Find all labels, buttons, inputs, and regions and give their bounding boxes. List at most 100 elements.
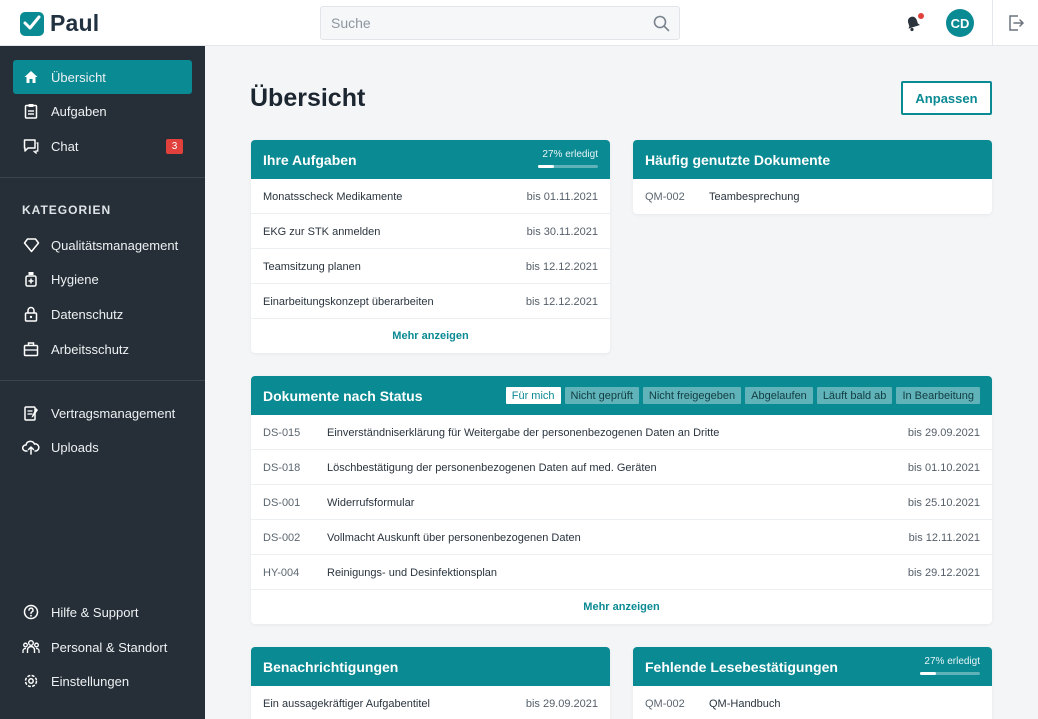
missing-reads-progress-bar [920,672,980,675]
sidebar-item-quality[interactable]: Qualitätsmanagement [13,228,192,262]
search-icon[interactable] [653,15,670,37]
tasks-progress-fill [538,165,555,168]
sidebar-item-label: Übersicht [51,69,106,85]
sidebar-item-label: Datenschutz [51,306,124,322]
hygiene-bottle-icon [22,270,40,288]
tasks-progress-bar [538,165,598,168]
sidebar-item-label: Vertragsmanagement [51,405,176,421]
document-title: Widerrufsformular [327,497,415,509]
filter-for-me[interactable]: Für mich [505,387,561,404]
sidebar-item-settings[interactable]: Einstellungen [13,664,192,698]
sidebar-item-tasks[interactable]: Aufgaben [13,94,192,128]
document-row[interactable]: HY-004 Reinigungs- und Desinfektionsplan b… [251,555,992,590]
home-icon [22,68,40,86]
task-title: Teamsitzung planen [263,261,361,273]
app-logo[interactable]: Paul [20,10,99,37]
task-row[interactable]: Einarbeitungskonzept überarbeiten bis 12.… [251,284,610,319]
document-title: Reinigungs- und Desinfektionsplan [327,567,497,579]
document-row[interactable]: DS-018 Löschbestätigung der personenbezog… [251,450,992,485]
search-input[interactable] [321,7,641,39]
notifications-card: Benachrichtigungen Ein aussagekräftiger … [251,647,610,719]
tasks-progress-label: 27% erledigt [542,149,598,160]
filter-not-reviewed[interactable]: Nicht geprüft [564,387,639,404]
document-title: QM-Handbuch [709,698,781,710]
missing-read-confirmations-title: Fehlende Lesebestätigungen [645,659,838,675]
notification-dot [918,13,924,19]
documents-by-status-title: Dokumente nach Status [263,388,423,404]
tasks-card: Ihre Aufgaben 27% erledigt Monatsscheck … [251,140,610,353]
document-code: DS-015 [263,427,301,439]
document-title: Vollmacht Auskunft über personenbezogene… [327,532,581,544]
sidebar-item-uploads[interactable]: Uploads [13,430,192,464]
filter-in-progress[interactable]: In Bearbeitung [896,387,980,404]
document-row[interactable]: DS-002 Vollmacht Auskunft über personenbe… [251,520,992,555]
document-row[interactable]: QM-002 QM-Handbuch [633,686,992,719]
status-filter-chips: Für mich Nicht geprüft Nicht freigegeben… [505,387,980,404]
sidebar-item-label: Aufgaben [51,103,107,119]
filter-expiring-soon[interactable]: Läuft bald ab [816,387,893,404]
search-box [320,6,680,40]
sidebar-item-safety[interactable]: Arbeitsschutz [13,332,192,366]
task-row[interactable]: Teamsitzung planen bis 12.12.2021 [251,249,610,284]
document-due-date: bis 12.11.2021 [908,532,980,544]
documents-by-status-header: Dokumente nach Status Für mich Nicht gep… [251,376,992,415]
sidebar-item-label: Uploads [51,439,99,455]
sidebar-item-hygiene[interactable]: Hygiene [13,262,192,296]
sidebar-item-label: Einstellungen [51,673,130,689]
chat-icon [22,137,40,155]
sidebar-item-label: Arbeitsschutz [51,341,130,357]
sidebar-item-overview[interactable]: Übersicht [13,60,192,94]
document-row[interactable]: DS-015 Einverständniserklärung für Weiter… [251,415,992,450]
task-due-date: bis 12.12.2021 [525,296,598,308]
document-row[interactable]: QM-002 Teambesprechung [633,179,992,214]
top-bar: Paul CD [0,0,1038,46]
task-title: Einarbeitungskonzept überarbeiten [263,296,434,308]
customize-button[interactable]: Anpassen [901,81,992,115]
frequent-documents-title: Häufig genutzte Dokumente [645,152,831,168]
documents-show-more-link[interactable]: Mehr anzeigen [251,590,992,624]
diamond-icon [22,236,40,254]
app-name: Paul [50,10,100,36]
document-code: DS-001 [263,497,301,509]
document-due-date: bis 01.10.2021 [907,462,980,474]
sidebar-item-staff-location[interactable]: Personal & Standort [13,630,192,664]
tasks-card-header: Ihre Aufgaben 27% erledigt [251,140,610,179]
tasks-card-title: Ihre Aufgaben [263,152,357,168]
frequent-documents-header: Häufig genutzte Dokumente [633,140,992,179]
missing-reads-progress: 27% erledigt [920,656,980,675]
logout-icon[interactable] [1007,14,1025,37]
document-title: Löschbestätigung der personenbezogenen D… [327,462,657,474]
task-due-date: bis 30.11.2021 [526,226,598,238]
task-due-date: bis 01.11.2021 [526,191,598,203]
document-row[interactable]: DS-001 Widerrufsformular bis 25.10.2021 [251,485,992,520]
document-title: Teambesprechung [709,191,800,203]
sidebar-item-label: Hygiene [51,271,99,287]
categories-heading: KATEGORIEN [22,203,112,217]
sidebar-item-label: Qualitätsmanagement [51,237,179,253]
sidebar-item-chat[interactable]: Chat 3 [13,129,192,163]
missing-read-confirmations-card: Fehlende Lesebestätigungen 27% erledigt … [633,647,992,719]
avatar[interactable]: CD [946,9,974,37]
task-row[interactable]: Monatsscheck Medikamente bis 01.11.2021 [251,179,610,214]
tasks-show-more-link[interactable]: Mehr anzeigen [251,319,610,353]
header-divider [992,0,993,46]
notification-row[interactable]: Ein aussagekräftiger Aufgabentitel bis 29… [251,686,610,719]
missing-reads-progress-label: 27% erledigt [924,656,980,667]
help-icon [22,603,40,621]
gear-icon [22,672,40,690]
document-due-date: bis 25.10.2021 [907,497,980,509]
task-row[interactable]: EKG zur STK anmelden bis 30.11.2021 [251,214,610,249]
sidebar-item-contracts[interactable]: Vertragsmanagement [13,396,192,430]
chat-unread-badge: 3 [166,139,183,154]
document-due-date: bis 29.12.2021 [907,567,980,579]
sidebar-item-privacy[interactable]: Datenschutz [13,297,192,331]
document-code: DS-018 [263,462,301,474]
notification-due-date: bis 29.09.2021 [525,698,598,710]
missing-read-confirmations-header: Fehlende Lesebestätigungen 27% erledigt [633,647,992,686]
sidebar-item-help[interactable]: Hilfe & Support [13,595,192,629]
filter-expired[interactable]: Abgelaufen [745,387,813,404]
cloud-upload-icon [22,438,40,456]
tasks-progress: 27% erledigt [538,149,598,168]
missing-reads-progress-fill [920,672,937,675]
filter-not-approved[interactable]: Nicht freigegeben [642,387,742,404]
